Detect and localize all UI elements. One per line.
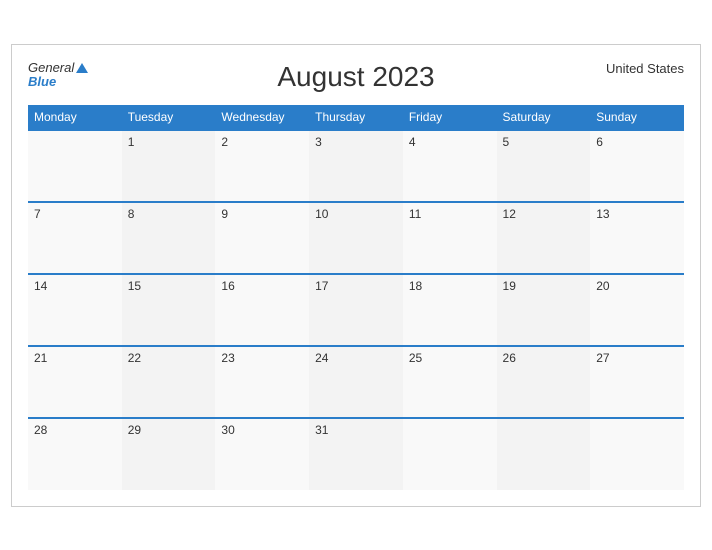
weekday-header-wednesday: Wednesday [215,105,309,130]
day-number: 8 [128,207,135,221]
day-number: 27 [596,351,609,365]
calendar-cell: 7 [28,202,122,274]
calendar-cell: 18 [403,274,497,346]
calendar-cell: 8 [122,202,216,274]
calendar-container: General Blue August 2023 United States M… [11,44,701,507]
calendar-cell: 30 [215,418,309,490]
calendar-cell: 13 [590,202,684,274]
day-number: 9 [221,207,228,221]
calendar-cell: 31 [309,418,403,490]
day-number: 26 [503,351,516,365]
logo: General Blue [28,61,88,90]
weekday-header-saturday: Saturday [497,105,591,130]
day-number: 30 [221,423,234,437]
calendar-grid: MondayTuesdayWednesdayThursdayFridaySatu… [28,105,684,490]
day-number: 6 [596,135,603,149]
country-label: United States [606,61,684,76]
day-number: 14 [34,279,47,293]
day-number: 23 [221,351,234,365]
day-number: 24 [315,351,328,365]
day-number: 28 [34,423,47,437]
calendar-cell: 27 [590,346,684,418]
weekday-header-sunday: Sunday [590,105,684,130]
day-number: 29 [128,423,141,437]
weekday-header-friday: Friday [403,105,497,130]
day-number: 22 [128,351,141,365]
calendar-header: General Blue August 2023 United States [28,61,684,93]
day-number: 12 [503,207,516,221]
day-number: 1 [128,135,135,149]
calendar-cell: 5 [497,130,591,202]
day-number: 5 [503,135,510,149]
calendar-cell: 24 [309,346,403,418]
calendar-cell: 14 [28,274,122,346]
day-number: 17 [315,279,328,293]
day-number: 18 [409,279,422,293]
day-number: 19 [503,279,516,293]
calendar-cell: 20 [590,274,684,346]
week-row-3: 14 15 16 17 18 19 20 [28,274,684,346]
calendar-cell: 16 [215,274,309,346]
week-row-5: 28 29 30 31 [28,418,684,490]
calendar-cell: 22 [122,346,216,418]
calendar-cell: 6 [590,130,684,202]
calendar-cell: 25 [403,346,497,418]
calendar-cell: 23 [215,346,309,418]
logo-line-2: Blue [28,75,88,89]
calendar-cell: 26 [497,346,591,418]
calendar-cell: 10 [309,202,403,274]
weekday-header-row: MondayTuesdayWednesdayThursdayFridaySatu… [28,105,684,130]
day-number: 21 [34,351,47,365]
day-number: 25 [409,351,422,365]
weekday-header-thursday: Thursday [309,105,403,130]
calendar-cell: 17 [309,274,403,346]
weekday-header-tuesday: Tuesday [122,105,216,130]
calendar-cell: 11 [403,202,497,274]
calendar-cell [497,418,591,490]
weekday-header-monday: Monday [28,105,122,130]
calendar-cell: 2 [215,130,309,202]
logo-blue-text: Blue [28,75,56,89]
day-number: 16 [221,279,234,293]
day-number: 7 [34,207,41,221]
calendar-cell: 3 [309,130,403,202]
logo-general-text: General [28,61,74,75]
day-number: 10 [315,207,328,221]
week-row-1: 1 2 3 4 5 6 [28,130,684,202]
calendar-cell: 29 [122,418,216,490]
day-number: 3 [315,135,322,149]
day-number: 11 [409,207,421,221]
logo-line-1: General [28,61,88,75]
calendar-title: August 2023 [277,61,434,93]
calendar-cell: 15 [122,274,216,346]
calendar-cell [403,418,497,490]
calendar-cell: 21 [28,346,122,418]
calendar-cell: 19 [497,274,591,346]
day-number: 2 [221,135,228,149]
logo-triangle-icon [76,63,88,73]
day-number: 31 [315,423,328,437]
day-number: 4 [409,135,416,149]
calendar-cell [590,418,684,490]
week-row-2: 7 8 9 10 11 12 13 [28,202,684,274]
day-number: 20 [596,279,609,293]
calendar-cell: 9 [215,202,309,274]
calendar-cell: 4 [403,130,497,202]
week-row-4: 21 22 23 24 25 26 27 [28,346,684,418]
calendar-cell: 28 [28,418,122,490]
day-number: 15 [128,279,141,293]
calendar-cell [28,130,122,202]
day-number: 13 [596,207,609,221]
calendar-cell: 1 [122,130,216,202]
calendar-cell: 12 [497,202,591,274]
